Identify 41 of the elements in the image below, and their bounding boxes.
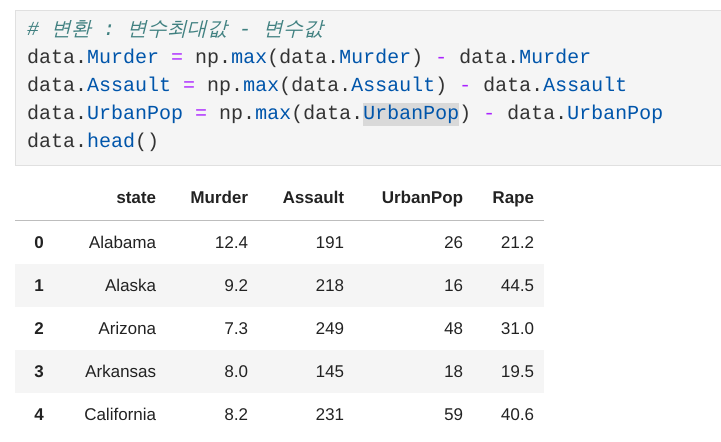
table-cell: 8.2 [166,393,258,436]
table-cell: 16 [354,264,473,307]
table-cell: 21.2 [473,220,544,264]
column-header: Murder [166,176,258,220]
table-cell: 8.0 [166,350,258,393]
table-cell: Arizona [63,307,166,350]
table-cell: Arkansas [63,350,166,393]
code-line: data.Murder = np.max(data.Murder) - data.Murder [27,46,592,72]
code-line: data.head() [27,130,160,156]
column-header: Assault [258,176,354,220]
table-cell: 231 [258,393,354,436]
table-cell: 9.2 [166,264,258,307]
row-index: 3 [15,350,63,393]
table-cell: Alaska [63,264,166,307]
table-cell: 44.5 [473,264,544,307]
table-cell: 59 [354,393,473,436]
column-header: state [63,176,166,220]
row-index: 2 [15,307,63,350]
column-header: UrbanPop [354,176,473,220]
code-line: # 변환 : 변수최대값 - 변수값 [27,18,326,44]
row-index: 4 [15,393,63,436]
table-cell: 26 [354,220,473,264]
table-cell: 218 [258,264,354,307]
table-cell: 40.6 [473,393,544,436]
table-cell: Alabama [63,220,166,264]
table-cell: California [63,393,166,436]
code-cell[interactable]: # 변환 : 변수최대값 - 변수값 data.Murder = np.max(data.Murder) - data.Murder data.Assault = np.max(data.Assault) - data.Assault data.UrbanPop = np.max(data.UrbanPop) - data.UrbanPop data.head() [15,10,721,166]
code-line: data.Assault = np.max(data.Assault) - data.Assault [27,74,628,100]
column-header: Rape [473,176,544,220]
table-cell: 7.3 [166,307,258,350]
table-cell: 12.4 [166,220,258,264]
table-cell: 145 [258,350,354,393]
table-cell: 31.0 [473,307,544,350]
row-index: 1 [15,264,63,307]
row-index: 0 [15,220,63,264]
code-line: data.UrbanPop = np.max(data.UrbanPop) - data.UrbanPop [27,102,664,128]
table-cell: 249 [258,307,354,350]
table-cell: 19.5 [473,350,544,393]
table-cell: 48 [354,307,473,350]
table-cell: 191 [258,220,354,264]
table-cell: 18 [354,350,473,393]
